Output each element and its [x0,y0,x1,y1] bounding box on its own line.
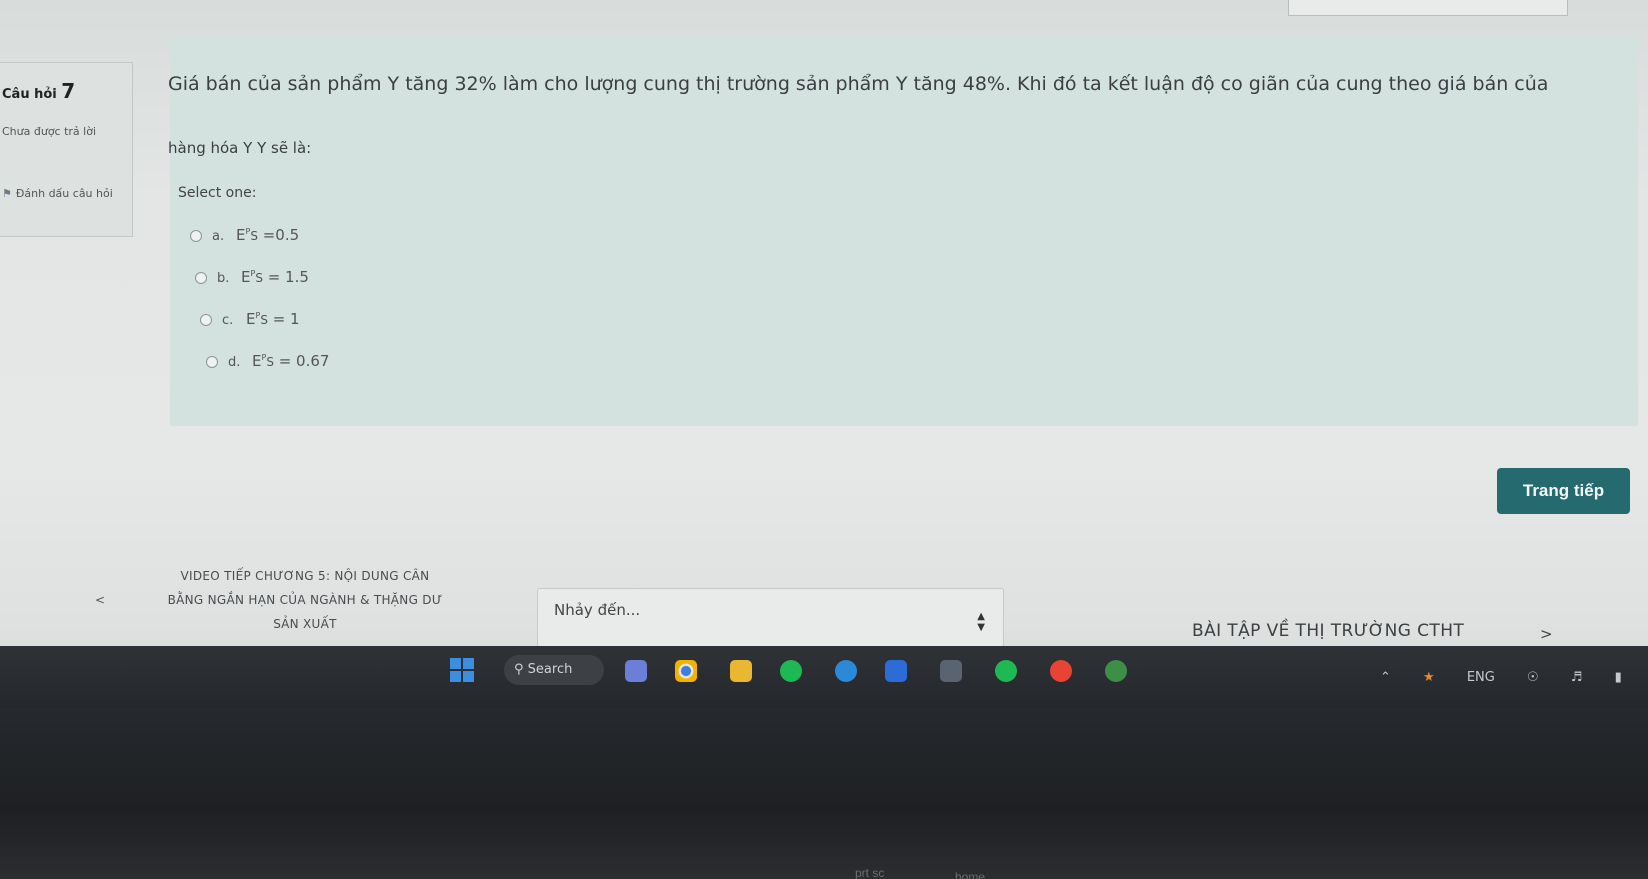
flag-question-link[interactable]: ⚑ Đánh dấu câu hỏi [2,181,130,207]
option-formula: EPS = 1 [246,310,300,328]
next-activity-link[interactable]: BÀI TẬP VỀ THỊ TRƯỜNG CTHT [1192,621,1464,641]
language-indicator[interactable]: ENG [1467,670,1495,685]
option-letter: b. [217,271,230,286]
previous-activity-link[interactable]: < VIDEO TIẾP CHƯƠNG 5: NỘI DUNG CÂN BẰNG… [95,564,515,636]
question-number: Câu hỏi 7 [2,79,75,103]
question-text-line1: Giá bán của sản phẩm Y tăng 32% làm cho … [168,73,1549,95]
wifi-icon[interactable]: ☉ [1527,670,1539,685]
jump-to-value: Nhảy đến... [554,601,641,619]
chrome-icon[interactable] [1050,660,1072,682]
spotify-icon[interactable] [780,660,802,682]
answer-option-c[interactable]: c. EPS = 1 [200,310,300,328]
question-text-line2: hàng hóa Y Y sẽ là: [168,139,312,157]
answer-option-d[interactable]: d. EPS = 0.67 [206,352,329,370]
browser-screen: Câu hỏi 7 Chưa được trả lời ⚑ Đánh dấu câ… [0,0,1648,665]
chrome-icon[interactable] [1105,660,1127,682]
jump-to-select[interactable]: Nhảy đến... ▲ ▼ [537,588,1004,648]
answer-option-a[interactable]: a. EPS =0.5 [190,226,299,244]
chevron-up-icon[interactable]: ⌃ [1380,670,1391,685]
key-prt-sc: prt sc [855,866,885,879]
chevron-right-icon[interactable]: > [1540,625,1553,643]
radio-button[interactable] [190,229,202,242]
option-formula: EPS = 1.5 [241,268,309,286]
option-letter: d. [228,355,241,370]
answer-option-b[interactable]: b. EPS = 1.5 [195,268,309,286]
zalo-icon[interactable] [885,660,907,682]
flag-icon: ⚑ [2,187,12,200]
taskbar-search[interactable]: ⚲ Search [504,655,604,685]
prev-link-line2: BẰNG NGẮN HẠN CỦA NGÀNH & THẶNG DƯ [167,593,443,607]
top-input-field[interactable] [1288,0,1568,16]
next-page-button[interactable]: Trang tiếp [1497,468,1630,514]
laptop-keyboard-area: prt sc home [0,708,1648,879]
system-tray: ⌃ ★ ENG ☉ ♬ ▮ [1380,670,1648,685]
prev-link-line3: SẢN XUẤT [273,617,337,631]
copilot-icon[interactable] [625,660,647,682]
radio-button[interactable] [200,313,212,326]
volume-icon[interactable]: ♬ [1571,670,1583,685]
option-formula: EPS =0.5 [236,226,300,244]
question-number-label: Câu hỏi [2,87,57,102]
option-formula: EPS = 0.67 [252,352,330,370]
taskbar: ⚲ Search ⌃ ★ ENG ☉ ♬ ▮ [0,646,1648,708]
question-state: Chưa được trả lời [2,125,97,138]
battery-saver-icon[interactable]: ★ [1423,670,1435,685]
select-caret-icon: ▲ ▼ [977,611,985,633]
chrome-icon[interactable] [675,660,697,682]
spotify-icon[interactable] [995,660,1017,682]
key-home: home [955,870,986,879]
edge-icon[interactable] [835,660,857,682]
search-icon: ⚲ [514,662,524,677]
question-info-box: Câu hỏi 7 Chưa được trả lời ⚑ Đánh dấu câ… [0,62,133,237]
battery-icon: ▮ [1614,670,1622,685]
question-number-value: 7 [61,79,76,103]
chevron-left-icon: < [95,593,106,607]
file-explorer-icon[interactable] [730,660,752,682]
flag-question-label: Đánh dấu câu hỏi [15,187,113,200]
taskbar-search-label: Search [527,662,573,677]
prev-link-line1: VIDEO TIẾP CHƯƠNG 5: NỘI DUNG CÂN [180,569,430,583]
option-letter: c. [222,313,234,328]
select-one-prompt: Select one: [178,185,257,201]
store-icon[interactable] [940,660,962,682]
windows-icon[interactable] [450,658,474,682]
radio-button[interactable] [206,355,218,368]
option-letter: a. [212,229,225,244]
question-text: Giá bán của sản phẩm Y tăng 32% làm cho … [168,52,1623,180]
radio-button[interactable] [195,271,207,284]
